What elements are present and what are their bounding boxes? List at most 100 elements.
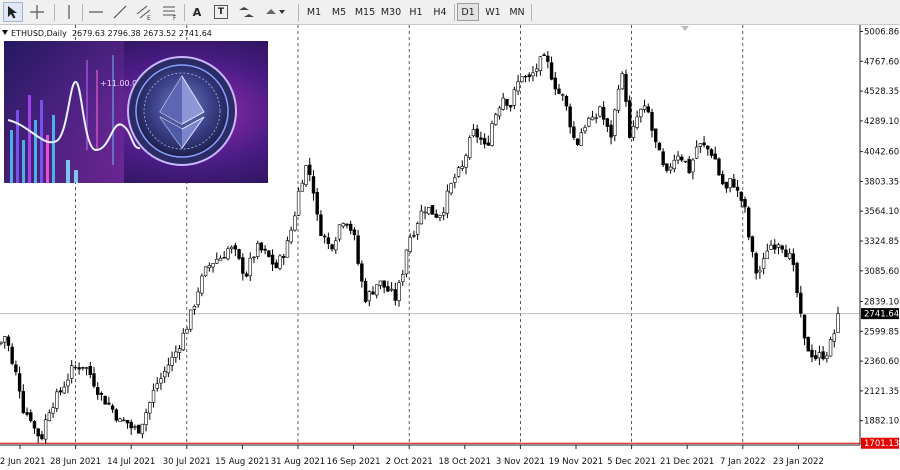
candle-body (836, 313, 840, 333)
candle-body (267, 250, 271, 257)
candle-body (720, 174, 725, 185)
timeframe-d1[interactable]: D1 (457, 3, 479, 21)
candle-body (639, 108, 643, 118)
candle-body (713, 153, 717, 160)
candle-body (609, 124, 613, 138)
candle-body (51, 407, 55, 414)
candle-body (77, 367, 81, 370)
candle-body (490, 123, 494, 146)
candle-body (575, 138, 580, 145)
candle-body (248, 257, 252, 277)
candle-body (47, 412, 52, 421)
candle-body (642, 105, 647, 110)
date-tick-label: 23 Jan 2022 (773, 457, 824, 467)
date-tick-label: 3 Nov 2021 (496, 457, 545, 467)
candle-body (311, 176, 316, 194)
candle-body (631, 126, 636, 138)
candle-body (620, 73, 624, 90)
text-tool-button[interactable]: A (187, 2, 207, 22)
date-tick-label: 16 Sep 2021 (327, 457, 381, 467)
ethereum-thumbnail-image: +11.00.00 (4, 41, 268, 183)
candle-body (296, 190, 301, 216)
timeframe-w1[interactable]: W1 (481, 3, 505, 21)
candle-body (799, 292, 803, 314)
candle-body (680, 156, 684, 161)
arrows-dropdown[interactable] (257, 2, 293, 22)
timeframe-mn[interactable]: MN (505, 3, 529, 21)
candle-body (345, 223, 349, 226)
price-chart[interactable]: +11.00.00 5006.86 4767.60 4528.35 4289.10 40… (0, 25, 900, 470)
timeframe-h4[interactable]: H4 (428, 3, 452, 21)
candle-body (200, 275, 204, 294)
candle-body (542, 54, 546, 57)
candle-body (613, 109, 617, 136)
candle-body (203, 266, 208, 277)
candle-body (177, 348, 182, 353)
candle-body (389, 288, 394, 291)
candle-body (709, 149, 714, 156)
candle-body (423, 211, 427, 214)
candle-body (404, 249, 409, 275)
candle-body (255, 242, 260, 257)
candle-body (434, 213, 438, 218)
trendline-tool-button[interactable] (110, 2, 130, 22)
candle-body (0, 341, 3, 344)
date-tick-label: 7 Jan 2022 (720, 457, 766, 467)
price-tick-label: 4042.60 (864, 148, 899, 158)
vertical-line-tool-button[interactable] (59, 2, 79, 22)
candle-body (505, 99, 509, 106)
date-tick-label: 18 Oct 2021 (439, 457, 492, 467)
timeframe-m5[interactable]: M5 (327, 3, 351, 21)
candle-body (259, 242, 264, 251)
candle-body (84, 367, 89, 369)
vertical-line-icon (68, 5, 70, 19)
cursor-tool-button[interactable] (3, 2, 23, 22)
candle-body (516, 81, 520, 92)
candle-body (114, 409, 119, 421)
candle-body (304, 165, 308, 185)
candle-body (289, 229, 293, 243)
candle-body (274, 262, 278, 269)
candle-body (241, 257, 245, 274)
crosshair-tool-button[interactable] (27, 2, 47, 22)
equidistant-channel-tool-button[interactable]: E (134, 2, 154, 22)
candle-body (218, 257, 223, 261)
candle-body (776, 244, 781, 248)
fibonacci-tool-button[interactable]: F (160, 2, 180, 22)
candle-body (773, 244, 777, 250)
candle-body (557, 88, 561, 94)
candle-body (375, 284, 379, 296)
candle-body (747, 207, 751, 238)
candle-body (754, 253, 758, 274)
candle-body (144, 412, 148, 425)
candle-body (189, 309, 193, 330)
timeframe-h1[interactable]: H1 (404, 3, 428, 21)
candle-body (330, 244, 334, 250)
candle-body (471, 129, 476, 137)
candle-body (393, 289, 398, 301)
candle-body (110, 405, 115, 410)
candle-body (482, 138, 487, 145)
arrows-tool-button[interactable] (237, 2, 257, 22)
candle-body (579, 132, 584, 146)
candle-body (594, 117, 598, 119)
date-tick-label: 28 Jun 2021 (50, 457, 101, 467)
timeframe-m15[interactable]: M15 (352, 3, 378, 21)
text-label-tool-button[interactable]: T (211, 2, 231, 22)
candle-body (282, 256, 286, 258)
candle-body (702, 142, 706, 146)
collapse-triangle-icon[interactable] (2, 30, 8, 35)
candle-body (549, 62, 554, 80)
candle-body (129, 421, 133, 429)
candle-body (308, 164, 312, 175)
timeframe-m1[interactable]: M1 (302, 3, 326, 21)
candle-body (568, 106, 572, 128)
fibonacci-icon: F (163, 6, 177, 20)
candle-body (14, 364, 18, 373)
candle-body (66, 379, 70, 387)
candle-body (412, 235, 416, 237)
candle-body (270, 254, 275, 265)
candle-body (233, 245, 238, 250)
horizontal-line-tool-button[interactable] (86, 2, 106, 22)
timeframe-m30[interactable]: M30 (378, 3, 404, 21)
